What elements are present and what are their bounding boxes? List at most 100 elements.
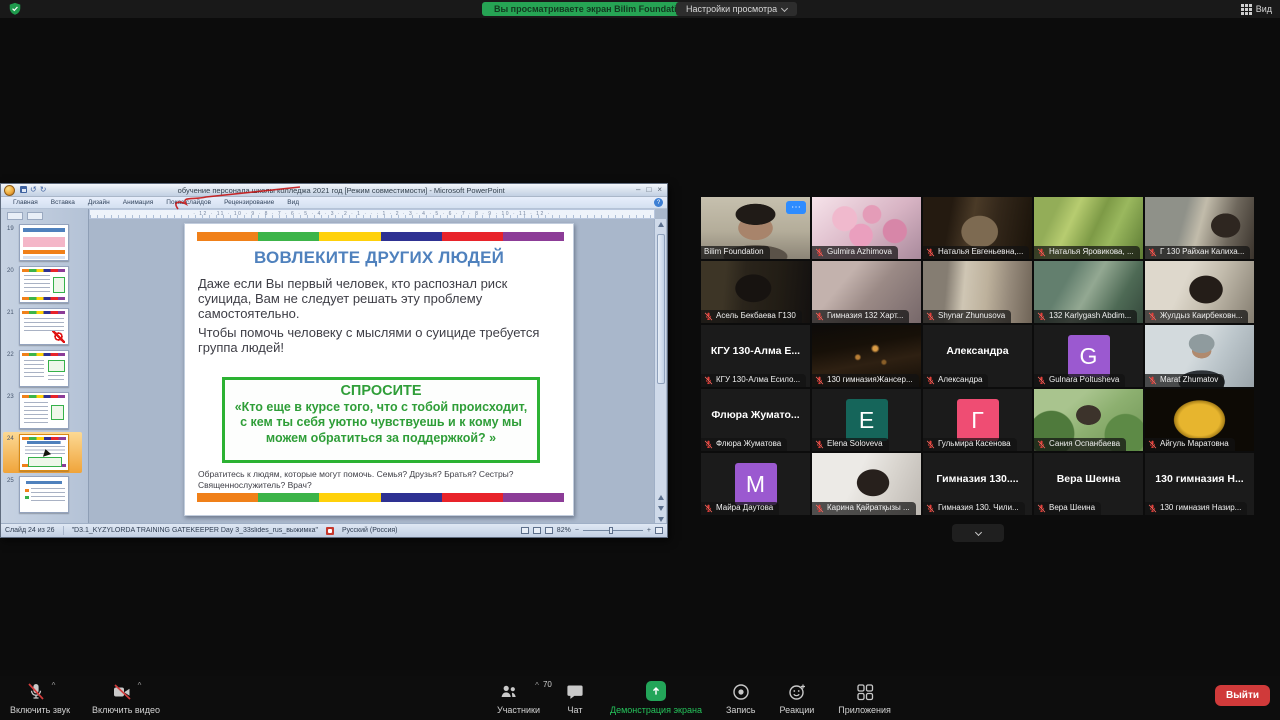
participant-tile[interactable]: Жулдыз Каирбековн...: [1145, 261, 1254, 323]
participant-display-name: Александра: [923, 325, 1032, 377]
reactions-button[interactable]: Реакции: [780, 681, 815, 715]
slide-thumbnail[interactable]: 20: [3, 264, 82, 305]
scrollbar-thumb[interactable]: [657, 234, 665, 384]
office-button[interactable]: [4, 185, 15, 196]
unmute-button[interactable]: ^ Включить звук: [10, 681, 70, 715]
participant-name-label: 132 Karlygash Abdim...: [1034, 310, 1137, 323]
slideshow-icon[interactable]: [545, 527, 553, 534]
mic-muted-icon: [704, 440, 713, 449]
participant-name-label: Гимназия 130. Чили...: [923, 502, 1025, 515]
participant-name-label: Гимназия 132 Харт...: [812, 310, 909, 323]
zoom-slider[interactable]: [583, 530, 643, 531]
participant-tile[interactable]: Айгуль Маратовна: [1145, 389, 1254, 451]
zoom-in-button[interactable]: +: [647, 527, 651, 534]
start-video-button[interactable]: ^ Включить видео: [92, 681, 160, 715]
tab-view[interactable]: Вид: [287, 199, 299, 206]
slide-thumbnail-selected[interactable]: 24: [3, 432, 82, 473]
participant-tile[interactable]: Gulmira Azhimova: [812, 197, 921, 259]
scroll-up-icon[interactable]: [658, 222, 664, 227]
redo-icon[interactable]: ↻: [40, 186, 47, 194]
record-button[interactable]: Запись: [726, 681, 756, 715]
participant-tile[interactable]: Гимназия 130.... Гимназия 130. Чили...: [923, 453, 1032, 515]
zoom-out-button[interactable]: −: [575, 527, 579, 534]
participant-tile[interactable]: Наталья Евгеньевна,...: [923, 197, 1032, 259]
tab-slideshow[interactable]: Показ слайдов: [166, 199, 211, 206]
collapse-gallery-button[interactable]: [952, 524, 1004, 542]
apps-button[interactable]: Приложения: [838, 681, 891, 715]
participant-tile[interactable]: Shynar Zhunusova: [923, 261, 1032, 323]
participant-display-name: Вера Шеина: [1034, 453, 1143, 505]
minimize-button[interactable]: –: [636, 186, 640, 194]
view-options-button[interactable]: Настройки просмотра: [676, 2, 797, 16]
slide-thumbnail[interactable]: 25: [3, 474, 82, 515]
participant-tile[interactable]: Г Гульмира Касенова: [923, 389, 1032, 451]
more-options-button[interactable]: ⋯: [786, 201, 806, 214]
chat-button[interactable]: Чат: [564, 681, 586, 715]
participant-tile[interactable]: Marat Zhumatov: [1145, 325, 1254, 387]
slide-thumbnail[interactable]: 22: [3, 348, 82, 389]
undo-icon[interactable]: ↺: [30, 186, 37, 194]
mic-muted-icon: [815, 376, 824, 385]
mic-muted-icon: [1148, 504, 1157, 513]
participant-name-label: Shynar Zhunusova: [923, 310, 1011, 323]
participant-tile[interactable]: 132 Karlygash Abdim...: [1034, 261, 1143, 323]
outline-tab[interactable]: [27, 212, 43, 220]
participant-tile[interactable]: M Майра Даутова: [701, 453, 810, 515]
close-button[interactable]: ×: [657, 186, 662, 194]
participant-tile[interactable]: E Elena Soloveva: [812, 389, 921, 451]
participant-tile[interactable]: КГУ 130-Алма Е... КГУ 130-Алма Есило...: [701, 325, 810, 387]
next-slide-icon[interactable]: [658, 506, 664, 511]
participants-caret[interactable]: ^: [535, 682, 539, 690]
ppt-scrollbar[interactable]: [654, 219, 666, 525]
participant-display-name: Флюра Жумато...: [701, 389, 810, 441]
tab-insert[interactable]: Вставка: [51, 199, 75, 206]
participants-gallery: ⋯ Bilim Foundation Gulmira Azhimova Ната…: [701, 197, 1254, 515]
participant-tile[interactable]: Александра Александра: [923, 325, 1032, 387]
help-icon[interactable]: ?: [654, 198, 663, 207]
maximize-button[interactable]: □: [646, 186, 651, 194]
chevron-down-icon: [781, 4, 788, 11]
participant-tile[interactable]: ⋯ Bilim Foundation: [701, 197, 810, 259]
slide-thumbnail[interactable]: 19: [3, 222, 82, 263]
share-screen-button[interactable]: Демонстрация экрана: [610, 681, 702, 715]
language-indicator[interactable]: Русский (Россия): [342, 527, 398, 534]
participant-name-label: Жулдыз Каирбековн...: [1145, 310, 1248, 323]
normal-view-icon[interactable]: [521, 527, 529, 534]
slide-footnote: Обратитесь к людям, которые могут помочь…: [198, 469, 543, 491]
participant-tile[interactable]: Карина Қайратқызы ...: [812, 453, 921, 515]
tab-design[interactable]: Дизайн: [88, 199, 110, 206]
participants-button[interactable]: 70 ^ Участники: [497, 681, 540, 715]
participant-tile[interactable]: Сания Оспанбаева: [1034, 389, 1143, 451]
tab-home[interactable]: Главная: [13, 199, 38, 206]
participant-tile[interactable]: Г 130 Райхан Калиха...: [1145, 197, 1254, 259]
video-options-caret[interactable]: ^: [138, 682, 142, 690]
scroll-down-icon[interactable]: [658, 517, 664, 522]
previous-slide-icon[interactable]: [658, 495, 664, 500]
ppt-window-title: обучение персонала школы колледжа 2021 г…: [46, 186, 636, 195]
tab-review[interactable]: Рецензирование: [224, 199, 274, 206]
save-icon[interactable]: [20, 186, 27, 193]
slide-thumbnail[interactable]: 23: [3, 390, 82, 431]
mic-options-caret[interactable]: ^: [52, 682, 56, 690]
screen-share-banner: Вы просматриваете экран Bilim Foundation: [482, 2, 700, 16]
participant-tile[interactable]: Асель Бекбаева Г130: [701, 261, 810, 323]
participant-tile[interactable]: Флюра Жумато... Флюра Жуматова: [701, 389, 810, 451]
participant-tile[interactable]: Наталья Яровикова, ...: [1034, 197, 1143, 259]
leave-meeting-button[interactable]: Выйти: [1215, 685, 1270, 706]
security-shield-icon[interactable]: [8, 2, 22, 16]
slide-thumbnail[interactable]: 21: [3, 306, 82, 347]
participant-tile[interactable]: G Gulnara Poltusheva: [1034, 325, 1143, 387]
apps-icon: [854, 681, 876, 703]
participant-tile[interactable]: Гимназия 132 Харт...: [812, 261, 921, 323]
participant-tile[interactable]: 130 гимназияЖансер...: [812, 325, 921, 387]
slide-sorter-icon[interactable]: [533, 527, 541, 534]
tab-animation[interactable]: Анимация: [123, 199, 154, 206]
quick-access-toolbar[interactable]: ↺ ↻: [20, 186, 46, 194]
participant-tile[interactable]: 130 гимназия Н... 130 гимназия Назир...: [1145, 453, 1254, 515]
participant-tile[interactable]: Вера Шеина Вера Шеина: [1034, 453, 1143, 515]
participant-name-label: Marat Zhumatov: [1145, 374, 1224, 387]
fit-to-window-icon[interactable]: [655, 527, 663, 534]
gallery-view-button[interactable]: Вид: [1241, 2, 1272, 16]
powerpoint-window: ↺ ↻ обучение персонала школы колледжа 20…: [0, 183, 668, 538]
slides-tab[interactable]: [7, 212, 23, 220]
